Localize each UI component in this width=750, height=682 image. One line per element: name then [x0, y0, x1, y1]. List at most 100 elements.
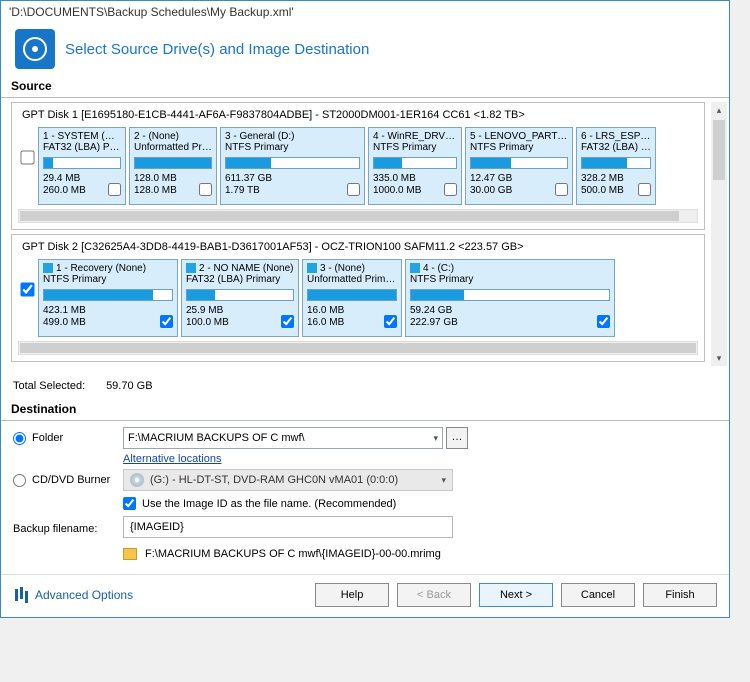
partition[interactable]: 5 - LENOVO_PART (None)NTFS Primary 12.47 … — [465, 127, 573, 205]
partition-sizes: 12.47 GB30.00 GB — [470, 173, 512, 196]
disk-title: GPT Disk 1 [E1695180-E1CB-4441-AF6A-F983… — [16, 105, 700, 127]
partition-sizes: 29.4 MB260.0 MB — [43, 173, 86, 196]
partition-type: NTFS Primary — [470, 142, 568, 153]
partition-type: Unformatted Primary — [134, 142, 212, 153]
partition-type: NTFS Primary — [410, 274, 610, 285]
burner-radio[interactable] — [13, 474, 26, 487]
partition[interactable]: 3 - General (D:)NTFS Primary 611.37 GB1.7… — [220, 127, 365, 205]
burner-combo[interactable]: (G:) - HL-DT-ST, DVD-RAM GHC0N vMA01 (0:… — [123, 469, 453, 491]
partition-list: 1 - SYSTEM (None)FAT32 (LBA) Primary29.4… — [38, 127, 700, 205]
folder-combo[interactable]: F:\MACRIUM BACKUPS OF C mwf\ ▾ — [123, 427, 443, 449]
usage-bar — [307, 289, 397, 301]
destination-area: Folder F:\MACRIUM BACKUPS OF C mwf\ ▾ … … — [1, 421, 729, 566]
backup-filename-input[interactable] — [123, 516, 453, 538]
alternative-locations-link[interactable]: Alternative locations — [123, 453, 221, 465]
partition-sizes: 328.2 MB500.0 MB — [581, 173, 624, 196]
burner-combo-value: (G:) - HL-DT-ST, DVD-RAM GHC0N vMA01 (0:… — [150, 474, 441, 486]
partition-name: 4 - (C:) — [410, 263, 610, 274]
partition-type: FAT32 (LBA) Primary — [43, 142, 121, 153]
partition-sizes: 25.9 MB100.0 MB — [186, 305, 229, 328]
partition-type: NTFS Primary — [225, 142, 360, 153]
folder-radio[interactable] — [13, 432, 26, 445]
usage-bar — [225, 157, 360, 169]
partition-type: NTFS Primary — [43, 274, 173, 285]
disk-block: GPT Disk 2 [C32625A4-3DD8-4419-BAB1-D361… — [11, 234, 705, 362]
horizontal-scrollbar[interactable] — [18, 209, 698, 223]
partition-sizes: 611.37 GB1.79 TB — [225, 173, 272, 196]
use-imageid-checkbox[interactable] — [123, 497, 136, 510]
page-title: Select Source Drive(s) and Image Destina… — [65, 41, 369, 58]
partition-name: 2 - (None) — [134, 131, 212, 142]
help-button[interactable]: Help — [315, 583, 389, 607]
partition[interactable]: 1 - Recovery (None)NTFS Primary423.1 MB4… — [38, 259, 178, 337]
scroll-up-icon[interactable]: ▴ — [711, 102, 727, 118]
partition[interactable]: 2 - NO NAME (None)FAT32 (LBA) Primary 25.… — [181, 259, 299, 337]
chevron-down-icon: ▾ — [441, 475, 446, 486]
partition-checkbox[interactable] — [638, 183, 651, 196]
partition-name: 1 - SYSTEM (None) — [43, 131, 121, 142]
partition-name: 3 - General (D:) — [225, 131, 360, 142]
partition[interactable]: 2 - (None)Unformatted Primary 128.0 MB128… — [129, 127, 217, 205]
output-path-text: F:\MACRIUM BACKUPS OF C mwf\{IMAGEID}-00… — [145, 548, 441, 560]
usage-bar — [581, 157, 651, 169]
usage-bar — [470, 157, 568, 169]
partition-sizes: 128.0 MB128.0 MB — [134, 173, 177, 196]
footer: Advanced Options Help < Back Next > Canc… — [1, 574, 729, 617]
partition-checkbox[interactable] — [281, 315, 294, 328]
disk-icon — [15, 29, 55, 69]
usage-bar — [410, 289, 610, 301]
partition-name: 4 - WinRE_DRV (None) — [373, 131, 457, 142]
vertical-scrollbar[interactable]: ▴ ▾ — [711, 102, 727, 366]
partition[interactable]: 4 - (C:)NTFS Primary 59.24 GB222.97 GB — [405, 259, 615, 337]
partition-checkbox[interactable] — [347, 183, 360, 196]
finish-button[interactable]: Finish — [643, 583, 717, 607]
windows-icon — [43, 263, 53, 273]
folder-radio-label: Folder — [32, 432, 63, 444]
disk-checkbox[interactable] — [20, 150, 34, 164]
partition-checkbox[interactable] — [597, 315, 610, 328]
folder-combo-value: F:\MACRIUM BACKUPS OF C mwf\ — [128, 432, 305, 444]
app-window: 'D:\DOCUMENTS\Backup Schedules\My Backup… — [0, 0, 730, 618]
partition-checkbox[interactable] — [108, 183, 121, 196]
horizontal-scrollbar[interactable] — [18, 341, 698, 355]
partition-name: 6 - LRS_ESP (None) — [581, 131, 651, 142]
disk-block: GPT Disk 1 [E1695180-E1CB-4441-AF6A-F983… — [11, 102, 705, 230]
partition-type: NTFS Primary — [373, 142, 457, 153]
cancel-button[interactable]: Cancel — [561, 583, 635, 607]
chevron-down-icon: ▾ — [433, 433, 438, 444]
total-label: Total Selected: — [13, 380, 103, 392]
partition-sizes: 423.1 MB499.0 MB — [43, 305, 86, 328]
partition-name: 2 - NO NAME (None) — [186, 263, 294, 274]
partition-sizes: 59.24 GB222.97 GB — [410, 305, 458, 328]
partition-sizes: 16.0 MB16.0 MB — [307, 305, 344, 328]
partition-sizes: 335.0 MB1000.0 MB — [373, 173, 421, 196]
partition[interactable]: 4 - WinRE_DRV (None)NTFS Primary 335.0 MB… — [368, 127, 462, 205]
partition[interactable]: 1 - SYSTEM (None)FAT32 (LBA) Primary 29.4… — [38, 127, 126, 205]
disk-checkbox[interactable] — [20, 282, 34, 296]
next-button[interactable]: Next > — [479, 583, 553, 607]
source-area: GPT Disk 1 [E1695180-E1CB-4441-AF6A-F983… — [1, 98, 729, 370]
partition-checkbox[interactable] — [384, 315, 397, 328]
source-section-label: Source — [1, 77, 729, 98]
partition[interactable]: 3 - (None)Unformatted Primary16.0 MB16.0… — [302, 259, 402, 337]
total-selected: Total Selected: 59.70 GB — [1, 370, 729, 400]
partition-type: FAT32 (LBA) Primary — [186, 274, 294, 285]
partition-checkbox[interactable] — [160, 315, 173, 328]
partition-checkbox[interactable] — [555, 183, 568, 196]
output-path: F:\MACRIUM BACKUPS OF C mwf\{IMAGEID}-00… — [123, 548, 441, 560]
scroll-down-icon[interactable]: ▾ — [711, 350, 727, 366]
browse-button[interactable]: … — [446, 427, 468, 449]
partition-type: FAT32 (LBA) Primary — [581, 142, 651, 153]
sliders-icon — [13, 587, 29, 603]
usage-bar — [186, 289, 294, 301]
partition-name: 5 - LENOVO_PART (None) — [470, 131, 568, 142]
advanced-options-link[interactable]: Advanced Options — [13, 587, 133, 603]
partition[interactable]: 6 - LRS_ESP (None)FAT32 (LBA) Primary 328… — [576, 127, 656, 205]
page-header: Select Source Drive(s) and Image Destina… — [1, 23, 729, 77]
use-imageid-label: Use the Image ID as the file name. (Reco… — [142, 498, 396, 510]
back-button[interactable]: < Back — [397, 583, 471, 607]
usage-bar — [134, 157, 212, 169]
partition-checkbox[interactable] — [444, 183, 457, 196]
folder-icon — [123, 548, 137, 560]
partition-checkbox[interactable] — [199, 183, 212, 196]
